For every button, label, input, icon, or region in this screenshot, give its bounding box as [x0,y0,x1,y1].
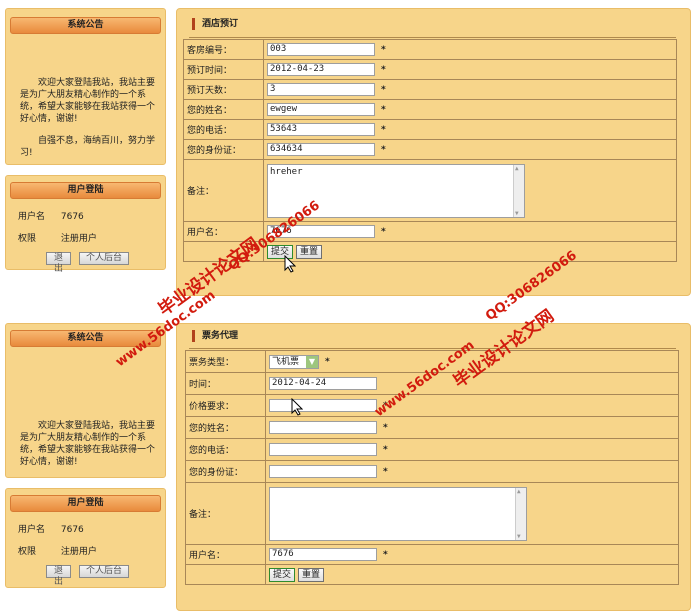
form-row: 您的身份证： * [185,460,679,483]
required-mark: * [383,550,388,560]
login-username-label: 用户名 [18,525,46,535]
form-row: 您的身份证： 634634 * [183,139,677,160]
remark-textarea[interactable] [269,486,527,541]
name-label: 您的姓名： [183,99,264,120]
name-label: 您的姓名： [185,416,266,439]
login-box: 用户登陆 用户名 7676 权限 注册用户 退出 个人后台 [5,488,166,588]
form-row: 客房编号： 003 * [183,39,677,60]
personal-admin-button[interactable]: 个人后台 [79,565,129,578]
login-username-row: 用户名 7676 [18,209,84,222]
phone-label: 您的电话： [185,438,266,461]
date-input[interactable]: 2012-04-24 [269,377,377,390]
notice-paragraph: 欢迎大家登陆我站，我站主要是为广大朋友精心制作的一个系统，希望大家能够在我站获得… [20,78,156,124]
form-row: 您的电话： 53643 * [183,119,677,140]
phone-input[interactable] [269,443,377,456]
login-role-row: 权限 注册用户 [18,231,97,244]
required-mark: * [381,45,386,55]
id-card-input[interactable] [269,465,377,478]
remark-text: hreher [270,166,303,177]
personal-admin-button[interactable]: 个人后台 [79,252,129,265]
room-number-label: 客房编号： [183,39,264,60]
notice-title: 系统公告 [10,17,161,34]
price-input[interactable] [269,399,377,412]
textarea-scrollbar[interactable] [515,487,526,540]
remark-label: 备注： [183,159,264,222]
ticket-type-select[interactable]: 飞机票 ▼ [269,354,319,369]
form-row: 用户名： 7676 * [185,544,679,565]
form-row: 备注： [185,482,679,545]
required-mark: * [325,357,330,367]
date-label: 时间： [185,372,266,395]
form-row: 您的姓名： ewgew * [183,99,677,120]
phone-label: 您的电话： [183,119,264,140]
reset-button[interactable]: 重置 [298,567,325,582]
login-username-value: 7676 [60,525,84,535]
id-card-label: 您的身份证： [185,460,266,483]
form-row: 您的电话： * [185,438,679,461]
form-row: 备注： hreher [183,159,677,222]
login-role-value: 注册用户 [60,234,97,244]
login-role-row: 权限 注册用户 [18,544,97,557]
required-mark: * [383,467,388,477]
login-title: 用户登陆 [10,495,161,512]
required-mark: * [383,445,388,455]
hotel-booking-title: 酒店预订 [191,18,239,30]
login-box: 用户登陆 用户名 7676 权限 注册用户 退出 个人后台 [5,175,166,274]
booking-days-label: 预订天数： [183,79,264,100]
remark-label: 备注： [185,482,266,545]
phone-input[interactable]: 53643 [267,123,375,136]
ticket-agency-title: 票务代理 [191,330,239,342]
required-mark: * [381,65,386,75]
required-mark: * [381,85,386,95]
form-row: 预订天数： 3 * [183,79,677,100]
login-username-row: 用户名 7676 [18,522,84,535]
required-mark: * [381,105,386,115]
required-mark: * [381,125,386,135]
notice-box: 系统公告 欢迎大家登陆我站，我站主要是为广大朋友精心制作的一个系统，希望大家能够… [5,8,166,165]
login-username-label: 用户名 [18,212,46,222]
logout-button[interactable]: 退出 [46,252,71,274]
ticket-agency-form: 票务类型： 飞机票 ▼ * 时间： 2012-04-24 价格要求： * 您的姓名：… [185,350,679,585]
required-mark: * [383,423,388,433]
notice-paragraph: 欢迎大家登陆我站，我站主要是为广大朋友精心制作的一个系统，希望大家能够在我站获得… [20,421,156,467]
chevron-down-icon[interactable]: ▼ [306,355,318,368]
required-mark: * [381,145,386,155]
ticket-type-value: 飞机票 [272,356,300,367]
top-screenshot: 系统公告 欢迎大家登陆我站，我站主要是为广大朋友精心制作的一个系统，希望大家能够… [0,0,696,300]
title-divider [189,348,676,349]
booking-date-input[interactable]: 2012-04-23 [267,63,375,76]
name-input[interactable]: ewgew [267,103,375,116]
logout-button[interactable]: 退出 [46,565,71,587]
username-label: 用户名： [185,544,266,565]
notice-paragraph: 自强不息，海纳百川，努力学习! [20,136,156,158]
form-row: 价格要求： * [185,394,679,417]
login-role-label: 权限 [18,234,37,244]
submit-button[interactable]: 提交 [269,567,296,582]
required-mark: * [381,227,386,237]
booking-days-input[interactable]: 3 [267,83,375,96]
login-title: 用户登陆 [10,182,161,199]
bottom-screenshot: 系统公告 欢迎大家登陆我站，我站主要是为广大朋友精心制作的一个系统，希望大家能够… [0,318,696,616]
booking-date-label: 预订时间： [183,59,264,80]
name-input[interactable] [269,421,377,434]
username-input[interactable]: 7676 [269,548,377,561]
title-divider [189,37,676,38]
id-card-input[interactable]: 634634 [267,143,375,156]
id-card-label: 您的身份证： [183,139,264,160]
form-row: 提交 重置 [185,564,679,585]
notice-text: 欢迎大家登陆我站，我站主要是为广大朋友精心制作的一个系统，希望大家能够在我站获得… [20,77,155,169]
form-row: 预订时间： 2012-04-23 * [183,59,677,80]
ticket-type-label: 票务类型： [185,350,266,373]
notice-text: 欢迎大家登陆我站，我站主要是为广大朋友精心制作的一个系统，希望大家能够在我站获得… [20,420,155,478]
hotel-booking-form: 客房编号： 003 * 预订时间： 2012-04-23 * 预订天数： 3 * 您的… [183,39,677,262]
login-role-label: 权限 [18,547,37,557]
room-number-input[interactable]: 003 [267,43,375,56]
reset-button[interactable]: 重置 [296,244,323,259]
login-role-value: 注册用户 [60,547,97,557]
textarea-scrollbar[interactable] [513,164,524,217]
form-row: 您的姓名： * [185,416,679,439]
login-username-value: 7676 [60,212,84,222]
price-label: 价格要求： [185,394,266,417]
